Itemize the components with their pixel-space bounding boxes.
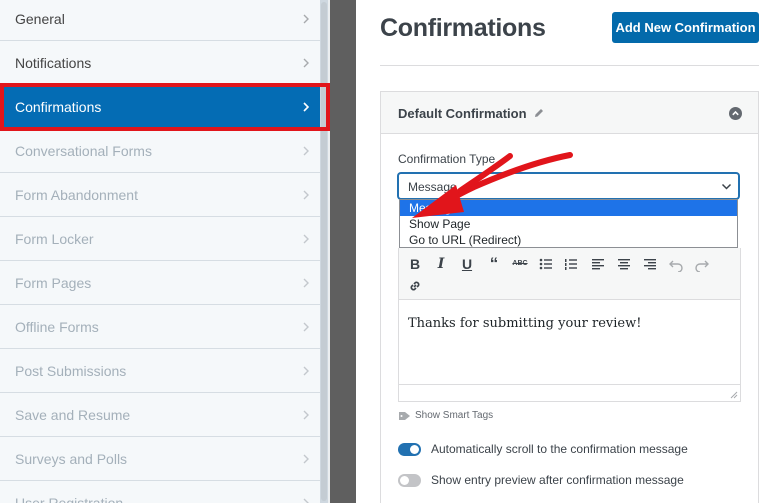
show-smart-tags-link[interactable]: Show Smart Tags xyxy=(398,410,493,421)
page-title: Confirmations xyxy=(380,14,546,42)
chevron-right-icon xyxy=(303,146,309,155)
settings-sidebar: General Notifications Confirmations Conv… xyxy=(0,0,330,503)
link-icon[interactable] xyxy=(407,278,423,294)
confirmation-type-label: Confirmation Type xyxy=(398,152,496,166)
panel-gutter xyxy=(330,0,356,503)
dropdown-option-go-to-url[interactable]: Go to URL (Redirect) xyxy=(400,232,737,248)
auto-scroll-toggle[interactable] xyxy=(398,442,421,456)
sidebar-item-label: Notifications xyxy=(15,54,92,71)
resize-grip-icon[interactable] xyxy=(729,390,738,399)
chevron-right-icon xyxy=(303,454,309,463)
align-left-icon[interactable] xyxy=(590,256,606,272)
sidebar-item-form-abandonment[interactable]: Form Abandonment xyxy=(0,173,320,217)
chevron-right-icon xyxy=(303,278,309,287)
chevron-right-icon xyxy=(303,498,309,503)
dropdown-option-message[interactable]: Message xyxy=(400,200,737,216)
sidebar-item-notifications[interactable]: Notifications xyxy=(0,41,320,85)
entry-preview-toggle[interactable] xyxy=(398,473,421,487)
sidebar-item-label: Form Pages xyxy=(15,274,92,291)
sidebar-item-label: Save and Resume xyxy=(15,406,131,423)
chevron-right-icon xyxy=(303,58,309,67)
pencil-icon[interactable] xyxy=(533,107,545,119)
confirmation-type-dropdown: Message Show Page Go to URL (Redirect) xyxy=(399,199,738,248)
tag-icon xyxy=(399,411,410,420)
sidebar-item-label: General xyxy=(15,10,65,27)
chevron-right-icon xyxy=(303,101,310,112)
blockquote-icon[interactable]: “ xyxy=(486,255,502,272)
underline-icon[interactable]: U xyxy=(459,256,475,272)
chevron-down-icon xyxy=(721,183,732,190)
sidebar-scrollbar-thumb[interactable] xyxy=(321,2,327,501)
sidebar-item-label: Post Submissions xyxy=(15,362,127,379)
confirmation-type-select[interactable]: Message xyxy=(398,173,739,199)
sidebar-item-confirmations[interactable]: Confirmations xyxy=(0,85,320,129)
sidebar-item-form-pages[interactable]: Form Pages xyxy=(0,261,320,305)
numbered-list-icon[interactable] xyxy=(563,256,579,272)
panel-title: Default Confirmation xyxy=(398,106,527,121)
auto-scroll-toggle-row: Automatically scroll to the confirmation… xyxy=(398,442,688,456)
align-right-icon[interactable] xyxy=(642,256,658,272)
strikethrough-icon[interactable]: ABC xyxy=(512,256,528,272)
sidebar-item-save-and-resume[interactable]: Save and Resume xyxy=(0,393,320,437)
italic-icon[interactable]: I xyxy=(433,256,449,272)
sidebar-item-label: Form Locker xyxy=(15,230,94,247)
editor-toolbar: B I U “ ABC xyxy=(398,248,741,300)
redo-icon[interactable] xyxy=(694,256,710,272)
message-editor[interactable]: Thanks for submitting your review! xyxy=(398,300,741,402)
title-divider xyxy=(380,65,759,66)
sidebar-item-label: User Registration xyxy=(15,494,124,503)
sidebar-item-label: Surveys and Polls xyxy=(15,450,128,467)
chevron-right-icon xyxy=(303,366,309,375)
sidebar-item-form-locker[interactable]: Form Locker xyxy=(0,217,320,261)
sidebar-item-conversational-forms[interactable]: Conversational Forms xyxy=(0,129,320,173)
sidebar-item-label: Confirmations xyxy=(15,98,102,115)
chevron-right-icon xyxy=(303,234,309,243)
undo-icon[interactable] xyxy=(668,256,684,272)
confirmation-panel: Default Confirmation Confirmation Type M… xyxy=(380,91,759,503)
sidebar-item-user-registration[interactable]: User Registration xyxy=(0,481,320,503)
sidebar-item-label: Form Abandonment xyxy=(15,186,138,203)
panel-header[interactable]: Default Confirmation xyxy=(381,92,758,134)
align-center-icon[interactable] xyxy=(616,256,632,272)
sidebar-list: General Notifications Confirmations Conv… xyxy=(0,0,320,503)
dropdown-option-show-page[interactable]: Show Page xyxy=(400,216,737,232)
sidebar-item-surveys-and-polls[interactable]: Surveys and Polls xyxy=(0,437,320,481)
main-content: Confirmations Add New Confirmation Defau… xyxy=(356,0,769,503)
sidebar-item-label: Conversational Forms xyxy=(15,142,152,159)
bold-icon[interactable]: B xyxy=(407,256,423,272)
bullet-list-icon[interactable] xyxy=(538,256,554,272)
add-new-confirmation-button[interactable]: Add New Confirmation xyxy=(612,12,759,43)
toggle-label: Show entry preview after confirmation me… xyxy=(431,473,684,487)
sidebar-item-label: Offline Forms xyxy=(15,318,99,335)
chevron-right-icon xyxy=(303,190,309,199)
sidebar-item-general[interactable]: General xyxy=(0,0,320,41)
editor-content: Thanks for submitting your review! xyxy=(408,316,642,331)
toggle-label: Automatically scroll to the confirmation… xyxy=(431,442,688,456)
select-value: Message xyxy=(408,180,457,194)
sidebar-item-offline-forms[interactable]: Offline Forms xyxy=(0,305,320,349)
chevron-right-icon xyxy=(303,14,309,23)
sidebar-item-post-submissions[interactable]: Post Submissions xyxy=(0,349,320,393)
smart-tags-label: Show Smart Tags xyxy=(415,410,494,421)
chevron-right-icon xyxy=(303,410,309,419)
editor-status-bar xyxy=(399,384,740,385)
chevron-up-circle-icon[interactable] xyxy=(729,107,742,120)
entry-preview-toggle-row: Show entry preview after confirmation me… xyxy=(398,473,684,487)
chevron-right-icon xyxy=(303,322,309,331)
